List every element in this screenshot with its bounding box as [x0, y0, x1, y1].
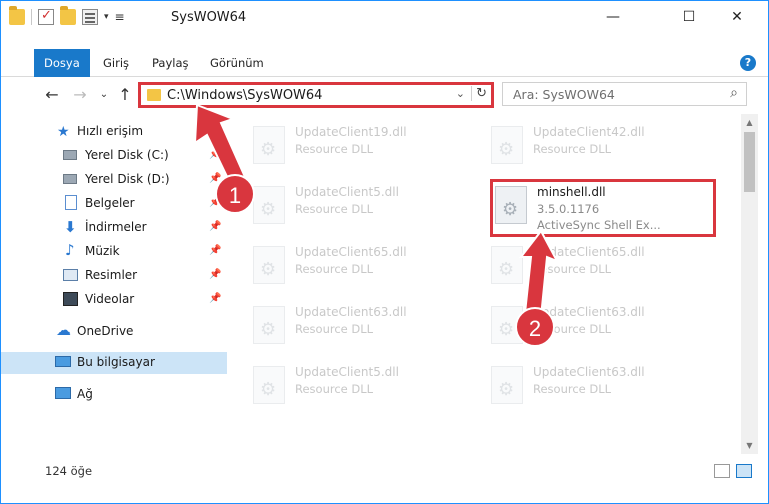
annotation-arrows [193, 103, 560, 319]
arrow-to-file [518, 229, 560, 319]
step-badge-2: 2 [515, 307, 555, 347]
step-badge-1: 1 [215, 174, 255, 214]
explorer-window: ▾ ≡ SysWOW64 — ☐ ✕ Dosya Giriş Paylaş Gö… [0, 0, 769, 504]
